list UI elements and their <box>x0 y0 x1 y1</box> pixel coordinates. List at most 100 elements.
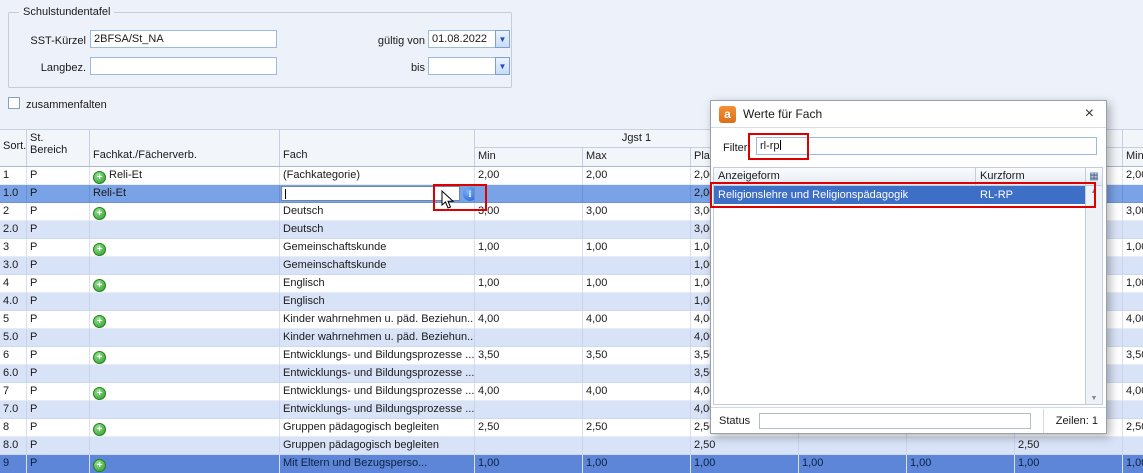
cell-fachkat[interactable]: + <box>90 383 280 401</box>
cell-value-1[interactable] <box>583 329 691 347</box>
cell-sort[interactable]: 8.0 <box>0 437 27 455</box>
cell-value-6[interactable] <box>1123 293 1143 311</box>
cell-bereich[interactable]: P <box>27 329 90 347</box>
column-header-min[interactable]: Min <box>475 148 583 166</box>
cell-fach[interactable]: Mit Eltern und Bezugsperso... <box>280 455 475 473</box>
cell-fachkat[interactable] <box>90 221 280 239</box>
cell-value-0[interactable]: 1,00 <box>475 239 583 257</box>
add-row-icon[interactable]: + <box>93 351 106 364</box>
cell-value-1[interactable]: 1,00 <box>583 239 691 257</box>
cell-bereich[interactable]: P <box>27 311 90 329</box>
cell-value-6[interactable]: 2,50 <box>1123 419 1143 437</box>
gueltig-von-input[interactable]: 01.08.2022 <box>428 30 496 48</box>
add-row-icon[interactable]: + <box>93 171 106 184</box>
cell-value-6[interactable]: 1,00 <box>1123 455 1143 473</box>
add-row-icon[interactable]: + <box>93 315 106 328</box>
cell-value-0[interactable]: 1,00 <box>475 455 583 473</box>
cell-value-6[interactable] <box>1123 437 1143 455</box>
cell-fachkat[interactable]: + <box>90 275 280 293</box>
cell-bereich[interactable]: P <box>27 437 90 455</box>
cell-value-2[interactable]: 2,50 <box>691 437 799 455</box>
cell-value-6[interactable] <box>1123 221 1143 239</box>
cell-fach[interactable]: Kinder wahrnehmen u. päd. Beziehun... <box>280 329 475 347</box>
scroll-down-icon[interactable]: ▼ <box>1086 395 1102 402</box>
cell-fach[interactable]: Gruppen pädagogisch begleiten <box>280 419 475 437</box>
cell-value-6[interactable]: 1,00 <box>1123 275 1143 293</box>
cell-fachkat[interactable]: + <box>90 239 280 257</box>
cell-fach[interactable]: Kinder wahrnehmen u. päd. Beziehun... <box>280 311 475 329</box>
cell-value-1[interactable] <box>583 365 691 383</box>
cell-sort[interactable]: 8 <box>0 419 27 437</box>
cell-value-1[interactable]: 3,00 <box>583 203 691 221</box>
cell-sort[interactable]: 3 <box>0 239 27 257</box>
cell-value-0[interactable] <box>475 293 583 311</box>
cell-value-0[interactable]: 2,50 <box>475 419 583 437</box>
cell-sort[interactable]: 6.0 <box>0 365 27 383</box>
cell-sort[interactable]: 4 <box>0 275 27 293</box>
cell-sort[interactable]: 3.0 <box>0 257 27 275</box>
cell-value-6[interactable] <box>1123 401 1143 419</box>
cell-value-6[interactable]: 3,00 <box>1123 203 1143 221</box>
cell-fach[interactable]: Deutsch <box>280 221 475 239</box>
langbez-input[interactable] <box>90 57 277 75</box>
cell-sort[interactable]: 1 <box>0 167 27 185</box>
cell-value-0[interactable] <box>475 257 583 275</box>
cell-value-0[interactable] <box>475 185 583 203</box>
cell-value-3[interactable]: 1,00 <box>799 455 907 473</box>
cell-fachkat[interactable] <box>90 365 280 383</box>
cell-sort[interactable]: 7 <box>0 383 27 401</box>
cell-value-5[interactable]: 2,50 <box>1015 437 1123 455</box>
cell-value-1[interactable] <box>583 257 691 275</box>
column-header-max[interactable]: Max <box>583 148 691 166</box>
cell-fach[interactable]: Gemeinschaftskunde <box>280 239 475 257</box>
cell-fachkat[interactable] <box>90 293 280 311</box>
cell-fachkat[interactable] <box>90 329 280 347</box>
cell-fachkat[interactable]: + <box>90 419 280 437</box>
table-row-9[interactable]: 9P+Mit Eltern und Bezugsperso...1,001,00… <box>0 455 1143 473</box>
column-group-jgst3[interactable] <box>1123 130 1143 148</box>
cell-value-6[interactable]: 1,00 <box>1123 239 1143 257</box>
cell-value-0[interactable]: 3,50 <box>475 347 583 365</box>
dialog-titlebar[interactable]: a Werte für Fach × <box>711 101 1106 128</box>
cell-value-0[interactable] <box>475 329 583 347</box>
add-row-icon[interactable]: + <box>93 207 106 220</box>
cell-sort[interactable]: 2 <box>0 203 27 221</box>
cell-value-1[interactable]: 1,00 <box>583 455 691 473</box>
cell-bereich[interactable]: P <box>27 257 90 275</box>
cell-bereich[interactable]: P <box>27 383 90 401</box>
cell-value-0[interactable]: 4,00 <box>475 311 583 329</box>
cell-value-6[interactable] <box>1123 365 1143 383</box>
cell-value-0[interactable]: 2,00 <box>475 167 583 185</box>
cell-bereich[interactable]: P <box>27 347 90 365</box>
sst-kuerzel-input[interactable]: 2BFSA/St_NA <box>90 30 277 48</box>
cell-value-0[interactable]: 4,00 <box>475 383 583 401</box>
cell-value-6[interactable]: 4,00 <box>1123 311 1143 329</box>
cell-bereich[interactable]: P <box>27 167 90 185</box>
cell-value-0[interactable] <box>475 365 583 383</box>
cell-value-1[interactable] <box>583 293 691 311</box>
cell-sort[interactable]: 9 <box>0 455 27 473</box>
cell-fach[interactable]: Entwicklungs- und Bildungsprozesse ... <box>280 383 475 401</box>
cell-bereich[interactable]: P <box>27 275 90 293</box>
cell-value-4[interactable]: 1,00 <box>907 455 1015 473</box>
cell-sort[interactable]: 7.0 <box>0 401 27 419</box>
cell-bereich[interactable]: P <box>27 221 90 239</box>
cell-fach[interactable]: Entwicklungs- und Bildungsprozesse ... <box>280 365 475 383</box>
cell-value-1[interactable]: 1,00 <box>583 275 691 293</box>
cell-value-3[interactable] <box>799 437 907 455</box>
column-header-sort[interactable]: Sort. <box>0 130 27 166</box>
cell-value-1[interactable]: 4,00 <box>583 311 691 329</box>
cell-value-0[interactable]: 3,00 <box>475 203 583 221</box>
cell-value-1[interactable]: 4,00 <box>583 383 691 401</box>
gueltig-von-dropdown-button[interactable]: ▼ <box>495 30 510 48</box>
cell-sort[interactable]: 5 <box>0 311 27 329</box>
cell-fach[interactable]: Gemeinschaftskunde <box>280 257 475 275</box>
cell-value-1[interactable] <box>583 437 691 455</box>
add-row-icon[interactable]: + <box>93 423 106 436</box>
zusammenfalten-checkbox[interactable] <box>8 97 20 109</box>
cell-value-1[interactable] <box>583 185 691 203</box>
cell-fachkat[interactable] <box>90 257 280 275</box>
cell-value-6[interactable] <box>1123 185 1143 203</box>
cell-bereich[interactable]: P <box>27 293 90 311</box>
cell-value-6[interactable]: 3,50 <box>1123 347 1143 365</box>
